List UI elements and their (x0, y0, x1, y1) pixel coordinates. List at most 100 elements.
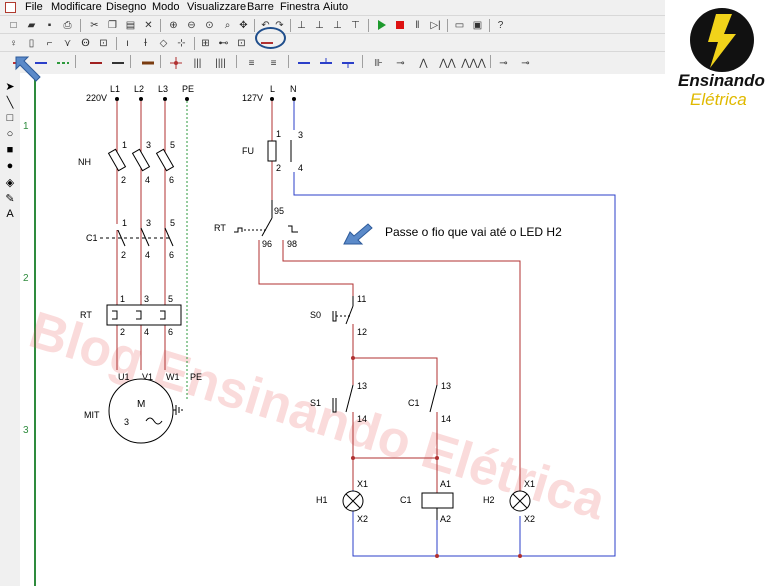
s0-terminal-11: 11 (357, 294, 366, 304)
s1-label: S1 (310, 398, 321, 408)
rt-control-label: RT (214, 223, 226, 233)
c1-aux-contact (429, 384, 438, 413)
rt-terminal-95: 95 (274, 206, 284, 216)
h2-terminal-x2: X2 (524, 514, 535, 524)
c1-main-label: C1 (86, 233, 98, 243)
c1-aux-terminal-14: 14 (441, 414, 451, 424)
power-voltage: 220V (86, 93, 107, 103)
logo-text-line2: Elétrica (690, 90, 747, 109)
s0-pushbutton-icon (332, 311, 337, 322)
s1-contact (345, 384, 354, 413)
terminal-dot (163, 97, 167, 101)
s0-terminal-12: 12 (357, 327, 367, 337)
c1-contact-1 (116, 227, 126, 247)
terminal-dot (270, 97, 274, 101)
c1-aux-terminal-13: 13 (441, 381, 451, 391)
control-circuit: 127V L N 3 4 FU 1 2 RT 95 96 98 S0 11 12… (214, 84, 616, 558)
rt-power-label: RT (80, 310, 92, 320)
fu-label: FU (242, 146, 254, 156)
c1-coil (421, 492, 454, 509)
c1-coil-terminal-a1: A1 (440, 479, 451, 489)
rt-aux-contact (261, 217, 273, 237)
rt-relay-box (106, 304, 182, 326)
wire-rt-to-s0 (258, 240, 354, 296)
rt-terminal-98: 98 (287, 239, 297, 249)
logo-graphic: Ensinando Elétrica (678, 8, 765, 109)
ground-icon (173, 405, 183, 415)
nh-terminal-5: 5 (170, 140, 175, 150)
motor-phase-count: 3 (124, 417, 129, 427)
c1-terminal-5: 5 (170, 218, 175, 228)
rt-terminal-5: 5 (168, 294, 173, 304)
nh-fuse-2 (131, 148, 151, 172)
fu-terminal-1: 1 (276, 129, 281, 139)
c1-contact-3 (164, 227, 174, 247)
nh-fuse-1 (107, 148, 127, 172)
h2-label: H2 (483, 495, 495, 505)
h1-terminal-x1: X1 (357, 479, 368, 489)
rt-terminal-2: 2 (120, 327, 125, 337)
rt-terminal-6: 6 (168, 327, 173, 337)
motor-label: MIT (84, 410, 100, 420)
fu-fuse (267, 140, 277, 162)
motor-symbol (108, 378, 174, 444)
phase-l3: L3 (158, 84, 168, 94)
c1-contact-2 (140, 227, 150, 247)
toolbar-pointer-arrow (15, 56, 41, 82)
junction-dot (435, 554, 439, 558)
phase-l2: L2 (134, 84, 144, 94)
power-circuit: 220V L1 L2 L3 PE NH 1 3 5 2 4 6 C1 1 3 5… (78, 84, 202, 444)
rt-thermal-icon (234, 227, 243, 233)
terminal-dot (139, 97, 143, 101)
nh-terminal-1: 1 (122, 140, 127, 150)
rt-terminal-4: 4 (144, 327, 149, 337)
annotation-text: Passe o fio que vai até o LED H2 (385, 225, 562, 239)
phase-pe: PE (182, 84, 194, 94)
junction-dot (518, 554, 522, 558)
c1-terminal-1: 1 (122, 218, 127, 228)
n-terminal-4: 4 (298, 163, 303, 173)
rt-terminal-1: 1 (120, 294, 125, 304)
s1-terminal-13: 13 (357, 381, 367, 391)
c1-terminal-6: 6 (169, 250, 174, 260)
line-n-label: N (290, 84, 297, 94)
nh-terminal-2: 2 (121, 175, 126, 185)
c1-coil-label: C1 (400, 495, 412, 505)
h1-terminal-x2: X2 (357, 514, 368, 524)
c1-terminal-3: 3 (146, 218, 151, 228)
rt-no-contact (288, 225, 298, 233)
nh-terminal-3: 3 (146, 140, 151, 150)
motor-terminal-pe: PE (190, 372, 202, 382)
neutral-wire (293, 101, 616, 557)
s0-label: S0 (310, 310, 321, 320)
c1-terminal-4: 4 (145, 250, 150, 260)
brand-logo: Ensinando Elétrica (672, 4, 772, 114)
terminal-dot (185, 97, 189, 101)
motor-terminal-u1: U1 (118, 372, 130, 382)
h2-terminal-x1: X1 (524, 479, 535, 489)
control-voltage: 127V (242, 93, 263, 103)
c1-coil-terminal-a2: A2 (440, 514, 451, 524)
rt-terminal-3: 3 (144, 294, 149, 304)
nh-terminal-4: 4 (145, 175, 150, 185)
s0-contact (345, 305, 354, 325)
nh-label: NH (78, 157, 91, 167)
logo-text-line1: Ensinando (678, 71, 765, 90)
phase-l1: L1 (110, 84, 120, 94)
c1-aux-label: C1 (408, 398, 420, 408)
fu-terminal-2: 2 (276, 163, 281, 173)
c1-terminal-2: 2 (121, 250, 126, 260)
motor-m-label: M (137, 399, 145, 410)
terminal-dot (292, 97, 296, 101)
s1-terminal-14: 14 (357, 414, 367, 424)
h1-label: H1 (316, 495, 328, 505)
terminal-dot (115, 97, 119, 101)
schematic-canvas[interactable]: 220V L1 L2 L3 PE NH 1 3 5 2 4 6 C1 1 3 5… (0, 0, 773, 586)
rt-terminal-96: 96 (262, 239, 272, 249)
wire-rt-to-h2 (282, 240, 521, 478)
line-l-label: L (270, 84, 275, 94)
annotation-arrow (343, 223, 373, 245)
n-terminal-3: 3 (298, 130, 303, 140)
nh-terminal-6: 6 (169, 175, 174, 185)
motor-terminal-w1: W1 (166, 372, 180, 382)
